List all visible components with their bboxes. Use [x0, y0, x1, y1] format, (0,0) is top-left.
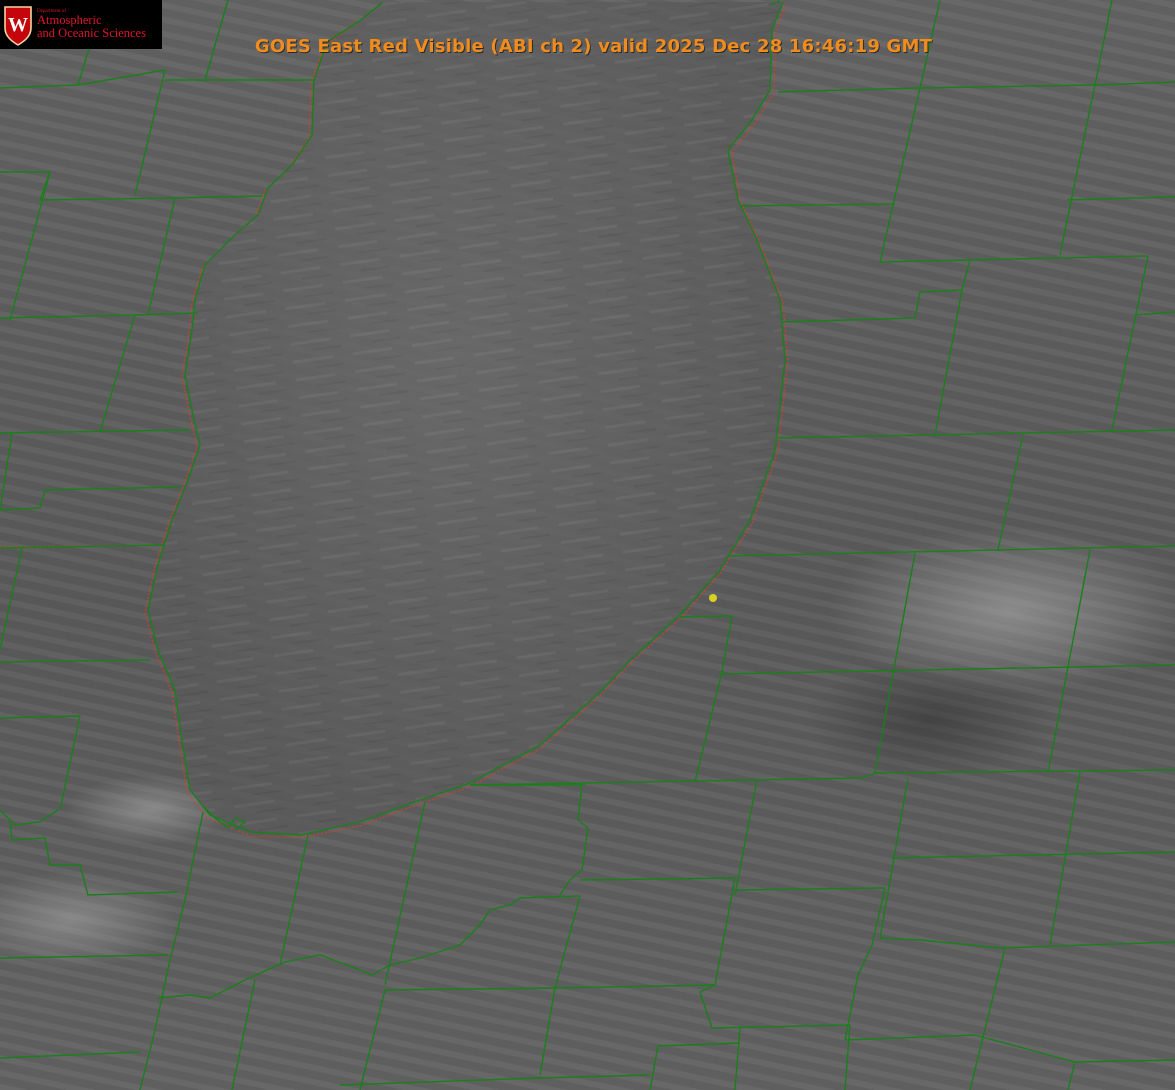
svg-text:W: W	[8, 14, 28, 36]
location-marker	[709, 594, 717, 602]
product-title-text: GOES East Red Visible (ABI ch 2) valid 2…	[254, 36, 933, 57]
product-title: GOES East Red Visible (ABI ch 2) valid 2…	[0, 36, 1175, 57]
satellite-map: W Department of Atmospheric and Oceanic …	[0, 0, 1175, 1090]
map-overlay	[0, 0, 1175, 1090]
lake-texture	[148, 2, 785, 835]
